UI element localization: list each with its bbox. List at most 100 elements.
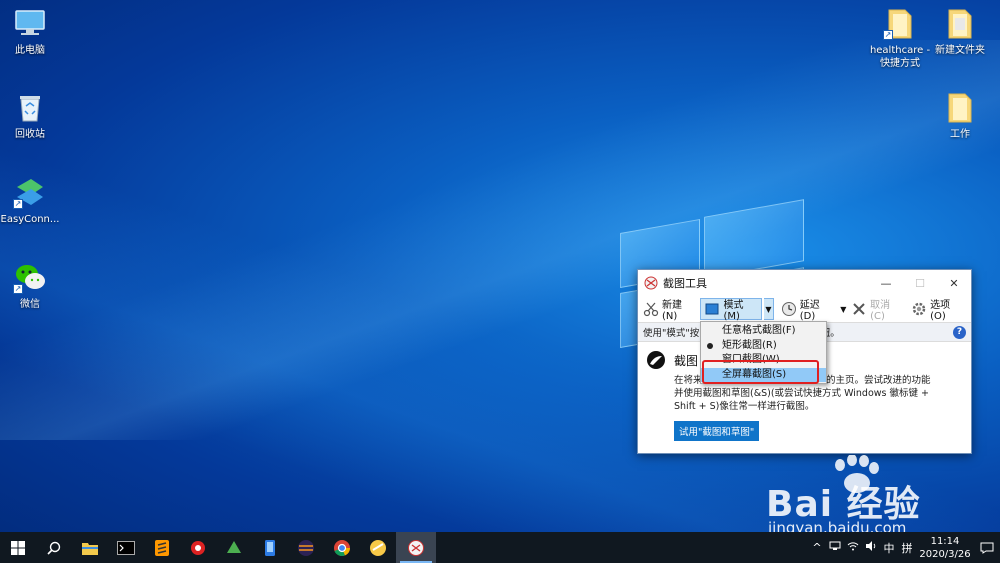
gear-icon xyxy=(911,301,927,317)
desktop-icon-label: 工作 xyxy=(950,129,970,140)
recycle-bin-icon xyxy=(13,90,47,124)
baidu-watermark: Bai 经验 jingyan.baidu.com xyxy=(760,455,960,540)
clock-date: 2020/3/26 xyxy=(919,548,971,560)
delay-dropdown-caret[interactable]: ▼ xyxy=(838,298,848,320)
info-text-line: 并使用截图和草图(&S)(或尝试快捷方式 Windows 徽标键 + xyxy=(674,388,929,399)
options-button[interactable]: 选项(O) xyxy=(908,298,967,322)
scissors-icon xyxy=(643,301,659,317)
taskbar-app-red[interactable] xyxy=(180,532,216,563)
menu-item-rectangular[interactable]: 矩形截图(R) xyxy=(701,339,826,354)
eclipse-icon xyxy=(298,539,314,556)
snip-sketch-icon xyxy=(646,350,666,370)
delay-button[interactable]: 延迟(D) xyxy=(778,298,837,322)
taskbar-app-yellow[interactable] xyxy=(360,532,396,563)
menu-item-label: 任意格式截图(F) xyxy=(722,325,796,336)
hint-text-left: 使用"模式"按 xyxy=(643,328,700,339)
info-text-line: Shift + S)像往常一样进行截图。 xyxy=(674,401,815,412)
scissors-icon xyxy=(408,539,424,556)
taskbar-terminal[interactable] xyxy=(108,532,144,563)
folder-icon xyxy=(943,90,977,124)
minimize-button[interactable]: — xyxy=(869,270,903,296)
clock-icon xyxy=(781,301,797,317)
scissors-icon xyxy=(644,276,658,290)
info-heading: 截图 xyxy=(674,353,699,368)
sublime-text-icon xyxy=(155,539,169,556)
folder-icon xyxy=(943,6,977,40)
easyconnect-icon: ↗ xyxy=(13,175,47,209)
desktop-icon-label: 回收站 xyxy=(15,129,45,140)
chevron-up-icon[interactable]: ^ xyxy=(808,541,826,554)
menu-item-free-form[interactable]: 任意格式截图(F) xyxy=(701,324,826,339)
taskbar-file-explorer[interactable] xyxy=(72,532,108,563)
windows-start-icon xyxy=(11,540,25,555)
network-icon[interactable] xyxy=(826,541,844,554)
taskbar-app-green[interactable] xyxy=(216,532,252,563)
taskbar-app-phone[interactable] xyxy=(252,532,288,563)
desktop-icon-label: healthcare - xyxy=(869,45,931,56)
search-icon xyxy=(47,541,61,555)
delay-label: 延迟(D) xyxy=(799,300,820,322)
desktop-icon-new-folder[interactable]: 新建文件夹 xyxy=(931,6,989,57)
new-snip-button[interactable]: 新建(N) xyxy=(640,298,698,322)
desktop-icon-easyconnect[interactable]: ↗ EasyConn... xyxy=(0,175,60,226)
system-tray: ^ 中 拼 11:14 2020/3/26 xyxy=(808,532,1000,563)
wechat-icon: ↗ xyxy=(13,260,47,294)
help-icon[interactable]: ? xyxy=(953,325,966,339)
menu-item-window[interactable]: 窗口截图(W) xyxy=(701,353,826,368)
taskbar-snipping-tool[interactable] xyxy=(396,532,436,563)
desktop-icon-label: 新建文件夹 xyxy=(935,45,985,56)
mode-dropdown-menu: 任意格式截图(F) 矩形截图(R) 窗口截图(W) 全屏幕截图(S) xyxy=(700,321,827,384)
folder-shortcut-icon: ↗ xyxy=(883,6,917,40)
menu-item-label: 窗口截图(W) xyxy=(722,354,780,365)
menu-item-full-screen[interactable]: 全屏幕截图(S) xyxy=(701,367,826,382)
selected-radio-icon xyxy=(707,342,713,349)
notification-icon xyxy=(980,542,994,554)
desktop-icon-label: EasyConn... xyxy=(0,214,60,225)
mode-button[interactable]: 模式(M) xyxy=(700,298,763,322)
title-bar[interactable]: 截图工具 — ☐ ✕ xyxy=(638,270,971,296)
file-explorer-icon xyxy=(82,542,98,555)
desktop-icon-recycle-bin[interactable]: 回收站 xyxy=(0,90,60,141)
taskbar-sublime[interactable] xyxy=(144,532,180,563)
yellow-app-icon xyxy=(370,539,386,556)
rectangle-snip-icon xyxy=(704,301,720,317)
clock-time: 11:14 xyxy=(930,535,960,547)
cancel-button[interactable]: 取消(C) xyxy=(848,298,906,322)
search-button[interactable] xyxy=(36,532,72,563)
start-button[interactable] xyxy=(0,532,36,563)
options-label: 选项(O) xyxy=(930,300,951,322)
volume-icon[interactable] xyxy=(862,541,880,554)
shortcut-arrow-icon: ↗ xyxy=(13,199,23,209)
desktop-icon-label: 快捷方式 xyxy=(880,58,920,69)
try-snip-sketch-button[interactable]: 试用"截图和草图" xyxy=(674,421,760,441)
input-method-indicator[interactable]: 中 xyxy=(880,540,898,556)
desktop-icon-wechat[interactable]: ↗ 微信 xyxy=(0,260,60,311)
window-title: 截图工具 xyxy=(663,277,707,290)
menu-item-label: 全屏幕截图(S) xyxy=(722,368,787,380)
computer-icon xyxy=(13,6,47,40)
taskbar-clock[interactable]: 11:14 2020/3/26 xyxy=(916,535,974,561)
desktop-icon-healthcare-shortcut[interactable]: ↗ healthcare - 快捷方式 xyxy=(867,6,933,70)
taskbar: ^ 中 拼 11:14 2020/3/26 xyxy=(0,532,1000,563)
close-icon xyxy=(851,301,867,317)
notification-center-button[interactable] xyxy=(974,542,1000,554)
red-app-icon xyxy=(191,540,205,555)
desktop-icon-label: 此电脑 xyxy=(15,45,45,56)
taskbar-chrome[interactable] xyxy=(324,532,360,563)
new-snip-label: 新建(N) xyxy=(662,300,682,322)
wifi-icon[interactable] xyxy=(844,541,862,554)
maximize-button[interactable]: ☐ xyxy=(903,270,937,296)
terminal-icon xyxy=(117,540,135,555)
shortcut-arrow-icon: ↗ xyxy=(883,30,893,40)
taskbar-eclipse[interactable] xyxy=(288,532,324,563)
desktop-icon-work-folder[interactable]: 工作 xyxy=(931,90,989,141)
toolbar: 新建(N) 模式(M) ▼ 延迟(D) ▼ 取消(C) 选项(O) xyxy=(638,296,971,322)
close-button[interactable]: ✕ xyxy=(937,270,971,296)
device-app-icon xyxy=(265,539,275,556)
mode-label: 模式(M) xyxy=(723,300,744,322)
keyboard-layout-indicator[interactable]: 拼 xyxy=(898,540,916,556)
mode-dropdown-caret[interactable]: ▼ xyxy=(764,298,774,320)
desktop-icon-this-pc[interactable]: 此电脑 xyxy=(0,6,60,57)
shortcut-arrow-icon: ↗ xyxy=(13,284,23,294)
chrome-icon xyxy=(334,539,350,556)
